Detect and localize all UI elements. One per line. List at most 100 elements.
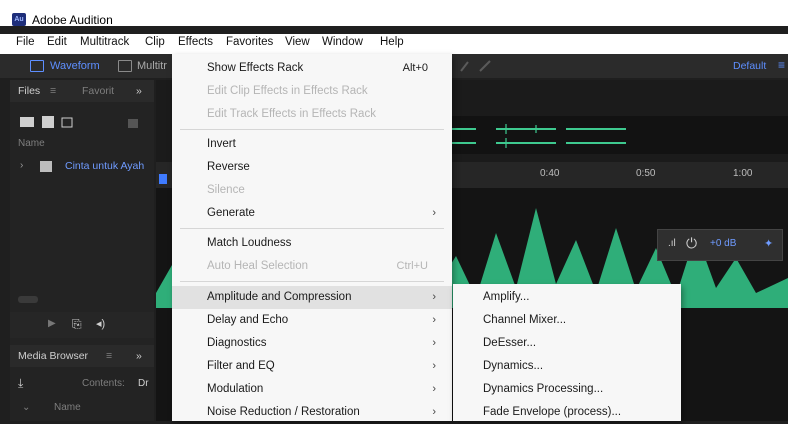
tab-favorites[interactable]: Favorit xyxy=(82,85,114,97)
submenu-item-dynamics-processing[interactable]: Dynamics Processing... xyxy=(453,378,681,401)
files-panel: Files ≡ Favorit » Name › Cinta untuk Aya… xyxy=(10,80,154,421)
multitrack-label: Multitr xyxy=(137,60,167,72)
menu-item-modulation[interactable]: Modulation › xyxy=(172,378,452,401)
menu-item-reverse[interactable]: Reverse xyxy=(172,156,452,179)
menu-edit[interactable]: Edit xyxy=(47,36,67,48)
menu-multitrack[interactable]: Multitrack xyxy=(80,36,129,48)
menu-item-label: Auto Heal Selection xyxy=(207,260,309,272)
panel-menu-icon[interactable]: ≡ xyxy=(50,85,56,97)
submenu-item-channel-mixer[interactable]: Channel Mixer... xyxy=(453,309,681,332)
media-menu-icon[interactable]: ≡ xyxy=(106,350,112,362)
menu-item-label: Channel Mixer... xyxy=(483,314,567,326)
play-icon[interactable]: ▶ xyxy=(48,318,56,329)
submenu-arrow-icon: › xyxy=(432,207,436,219)
submenu-arrow-icon: › xyxy=(432,383,436,395)
media-browser-header: Media Browser ≡ » xyxy=(10,345,154,367)
ruler-left xyxy=(156,162,172,188)
files-panel-header: Files ≡ Favorit » xyxy=(10,80,154,102)
files-toolbar-icons[interactable] xyxy=(20,114,150,130)
media-add-icon[interactable]: ⤓ xyxy=(18,376,23,391)
menu-item-label: Noise Reduction / Restoration xyxy=(207,406,360,418)
menu-help[interactable]: Help xyxy=(380,36,404,48)
menu-clip[interactable]: Clip xyxy=(145,36,165,48)
menu-item-invert[interactable]: Invert xyxy=(172,133,452,156)
menu-item-label: Amplitude and Compression xyxy=(207,291,352,303)
ruler-tick: 1:00 xyxy=(733,168,753,179)
menu-item-amplitude-compression[interactable]: Amplitude and Compression › xyxy=(172,286,452,309)
panel-expand-icon[interactable]: » xyxy=(136,85,142,97)
menu-window[interactable]: Window xyxy=(322,36,363,48)
menu-item-label: Silence xyxy=(207,184,245,196)
media-collapse-icon[interactable]: ⌄ xyxy=(22,402,30,413)
workspace-default[interactable]: Default xyxy=(733,58,766,74)
menu-item-label: Dynamics... xyxy=(483,360,544,372)
menu-item-label: Edit Clip Effects in Effects Rack xyxy=(207,85,368,97)
menu-item-match-loudness[interactable]: Match Loudness xyxy=(172,232,452,255)
menu-item-diagnostics[interactable]: Diagnostics › xyxy=(172,332,452,355)
menu-item-edit-track-effects: Edit Track Effects in Effects Rack xyxy=(172,103,452,126)
submenu-item-dynamics[interactable]: Dynamics... xyxy=(453,355,681,378)
media-browser-title[interactable]: Media Browser xyxy=(18,350,88,362)
submenu-item-deesser[interactable]: DeEsser... xyxy=(453,332,681,355)
volume-db-value: +0 dB xyxy=(710,238,737,249)
menu-bar: File Edit Multitrack Clip Effects Favori… xyxy=(0,34,788,54)
file-item[interactable]: › Cinta untuk Ayah xyxy=(10,156,154,178)
menu-item-label: Filter and EQ xyxy=(207,360,275,372)
menu-item-label: DeEsser... xyxy=(483,337,537,349)
contents-select[interactable]: Dr xyxy=(138,378,149,389)
menu-favorites[interactable]: Favorites xyxy=(226,36,273,48)
meter-icon: .ıl xyxy=(668,238,676,249)
menu-item-label: Edit Track Effects in Effects Rack xyxy=(207,108,376,120)
audio-file-icon xyxy=(40,161,52,172)
shortcut-text: Alt+0 xyxy=(402,62,428,74)
tab-files[interactable]: Files xyxy=(18,85,40,97)
title-bar: Au Adobe Audition xyxy=(0,0,788,27)
file-name: Cinta untuk Ayah xyxy=(65,160,145,172)
files-column-name[interactable]: Name xyxy=(18,138,45,149)
menu-item-label: Show Effects Rack xyxy=(207,62,304,74)
menu-item-label: Dynamics Processing... xyxy=(483,383,604,395)
menu-item-label: Match Loudness xyxy=(207,237,292,249)
volume-knob-icon[interactable]: ⏻ xyxy=(686,235,697,252)
submenu-arrow-icon: › xyxy=(432,406,436,418)
waveform-label: Waveform xyxy=(50,60,100,72)
menu-effects[interactable]: Effects xyxy=(178,36,213,48)
menu-item-label: Reverse xyxy=(207,161,250,173)
menu-item-show-effects-rack[interactable]: Show Effects Rack Alt+0 xyxy=(172,57,452,80)
menu-view[interactable]: View xyxy=(285,36,310,48)
menu-separator xyxy=(180,129,444,130)
menu-separator xyxy=(180,281,444,282)
media-expand-icon[interactable]: » xyxy=(136,350,142,362)
playhead-marker-icon[interactable] xyxy=(159,174,167,184)
workspace-menu-icon[interactable]: ≡ xyxy=(778,58,785,72)
effects-menu: Show Effects Rack Alt+0 Edit Clip Effect… xyxy=(172,54,452,421)
autoplay-icon[interactable]: ◂) xyxy=(96,317,105,330)
menu-item-label: Delay and Echo xyxy=(207,314,289,326)
shortcut-text: Ctrl+U xyxy=(396,260,428,272)
files-footer: ▶ ⎘ ◂) xyxy=(10,312,154,338)
expand-chevron-icon[interactable]: › xyxy=(20,160,23,171)
amplitude-submenu: Amplify... Channel Mixer... DeEsser... D… xyxy=(453,284,681,421)
menu-item-delay-echo[interactable]: Delay and Echo › xyxy=(172,309,452,332)
menu-item-label: Modulation xyxy=(207,383,264,395)
menu-file[interactable]: File xyxy=(16,36,35,48)
menu-separator xyxy=(180,228,444,229)
horizontal-scrollbar[interactable] xyxy=(18,296,38,303)
submenu-item-amplify[interactable]: Amplify... xyxy=(453,286,681,309)
menu-item-label: Fade Envelope (process)... xyxy=(483,406,622,418)
menu-item-filter-eq[interactable]: Filter and EQ › xyxy=(172,355,452,378)
submenu-arrow-icon: › xyxy=(432,337,436,349)
media-column-name[interactable]: Name xyxy=(54,402,81,413)
multitrack-icon xyxy=(118,60,132,72)
volume-hud[interactable]: .ıl ⏻ +0 dB ✦ xyxy=(657,229,783,261)
contents-label: Contents: xyxy=(82,378,125,389)
pin-icon[interactable]: ✦ xyxy=(764,237,773,250)
menu-item-generate[interactable]: Generate › xyxy=(172,202,452,225)
menu-item-auto-heal: Auto Heal Selection Ctrl+U xyxy=(172,255,452,278)
edit-tool-icons[interactable] xyxy=(458,59,498,73)
submenu-arrow-icon: › xyxy=(432,360,436,372)
insert-icon[interactable]: ⎘ xyxy=(72,317,82,332)
menu-item-silence: Silence xyxy=(172,179,452,202)
submenu-arrow-icon: › xyxy=(432,314,436,326)
menu-item-label: Generate xyxy=(207,207,255,219)
